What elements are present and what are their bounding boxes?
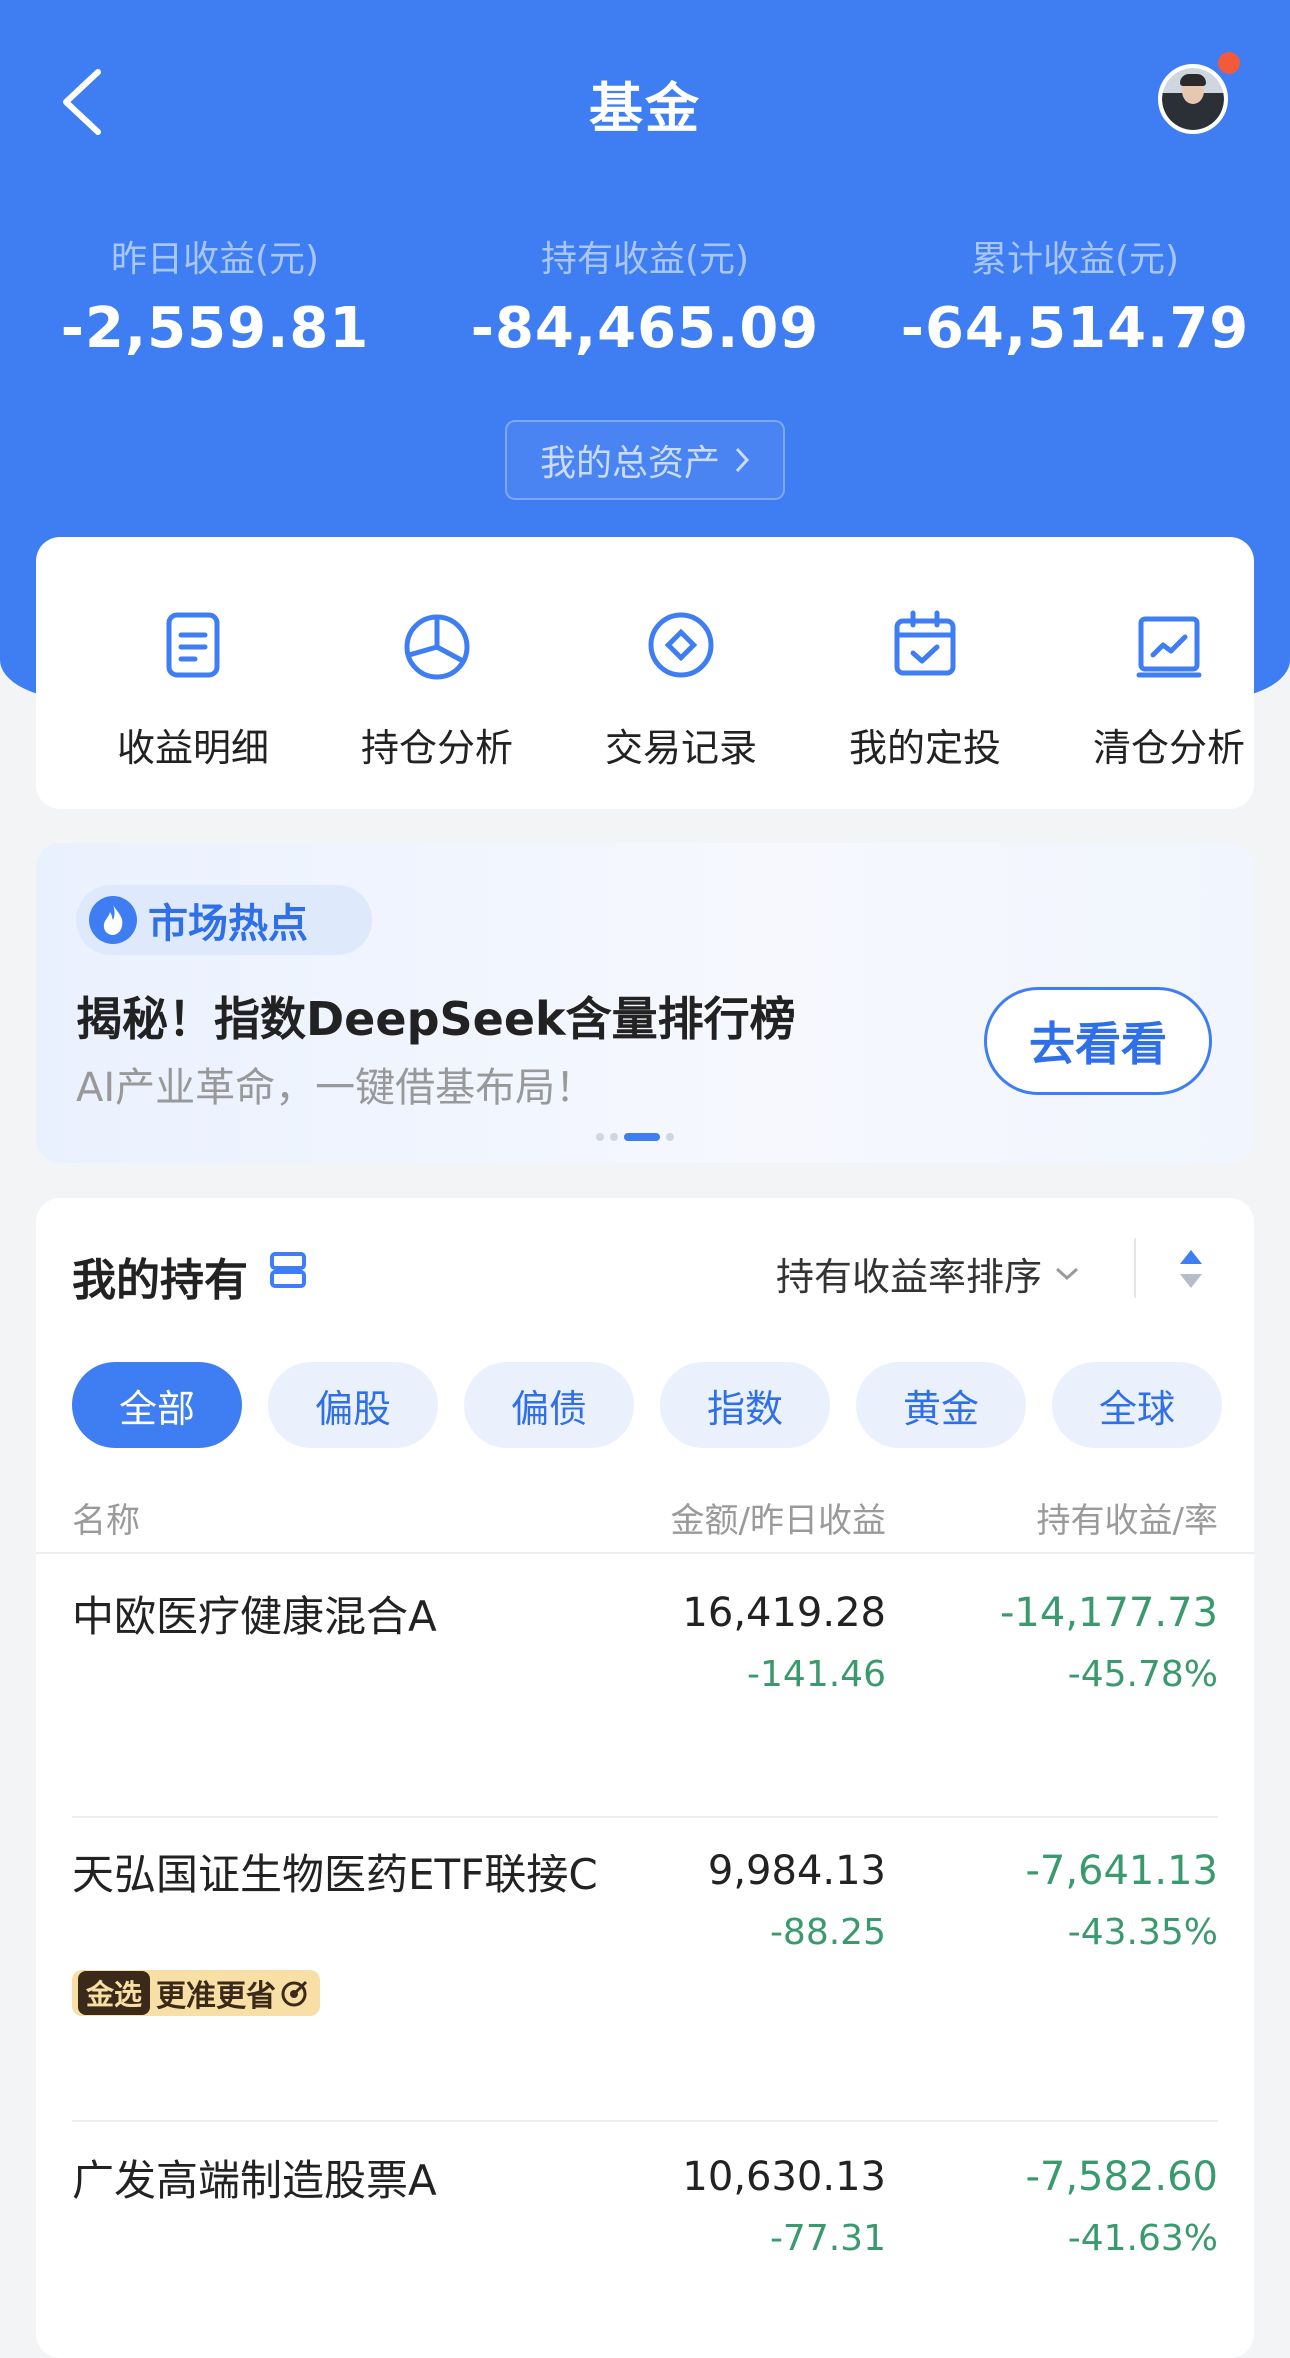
carousel-dot [666,1133,674,1141]
gold-select-badge: 金选 更准更省 [72,1970,321,2016]
column-header-amount: 金额/昨日收益 [670,1501,886,1541]
target-icon [281,1980,308,2007]
record-coin-icon [648,612,714,678]
calendar-check-icon [894,610,956,676]
go-see-button[interactable]: 去看看 [984,987,1212,1095]
fund-name: 天弘国证生物医药ETF联接C [72,1850,598,1899]
fund-yesterday-earnings: -141.46 [747,1654,886,1695]
category-tabs: 全部 偏股 偏债 指数 黄金 全球 [72,1362,1222,1448]
fund-holding-rate: -45.78% [1067,1654,1218,1695]
column-header-holding: 持有收益/率 [1036,1501,1218,1541]
pie-chart-icon [404,614,470,680]
quick-action-label: 清仓分析 [1092,726,1245,770]
page-title: 基金 [589,77,701,140]
carousel-dot [610,1133,618,1141]
tab-gold[interactable]: 黄金 [856,1362,1026,1448]
gold-select-tag: 金选 [78,1971,151,2015]
holdings-card: 我的持有 持有收益率排序 全部 偏股 偏债 指数 黄金 全球 名称 金额/昨日收… [36,1198,1254,2358]
fund-yesterday-earnings: -88.25 [769,1912,886,1953]
quick-action-position-analysis[interactable]: 持仓分析 [337,605,537,772]
gold-select-text: 更准更省 [156,1979,277,2014]
carousel-indicator [596,1133,674,1141]
fund-yesterday-earnings: -77.31 [769,2218,886,2259]
fund-name: 广发高端制造股票A [72,2156,437,2205]
fund-amount: 9,984.13 [707,1848,886,1894]
chevron-down-icon [1056,1267,1079,1280]
fund-holding-earnings: -7,641.13 [1025,1848,1218,1894]
quick-action-label: 持仓分析 [360,726,513,770]
quick-action-trade-records[interactable]: 交易记录 [581,605,781,772]
tab-global[interactable]: 全球 [1052,1362,1222,1448]
tab-all[interactable]: 全部 [72,1362,242,1448]
fund-name: 中欧医疗健康混合A [72,1592,437,1641]
total-assets-button[interactable]: 我的总资产 [505,420,785,500]
quick-action-label: 我的定投 [848,726,1001,770]
quick-action-label: 交易记录 [604,726,757,770]
market-hot-tag: 市场热点 [76,885,372,955]
sort-label: 持有收益率排序 [776,1255,1043,1299]
tab-index[interactable]: 指数 [660,1362,830,1448]
holding-row[interactable]: 中欧医疗健康混合A 16,419.28 -141.46 -14,177.73 -… [36,1590,1254,1802]
row-divider [72,2120,1218,2122]
stat-holding-earnings: 持有收益(元) -84,465.09 [430,230,860,361]
fund-amount: 10,630.13 [682,2154,886,2200]
flame-icon [89,896,137,944]
avatar[interactable] [1158,64,1228,134]
chevron-right-icon [735,447,750,473]
holding-row[interactable]: 天弘国证生物医药ETF联接C 9,984.13 -88.25 -7,641.13… [36,1848,1254,2098]
stat-cumulative-earnings: 累计收益(元) -64,514.79 [860,230,1290,361]
market-hot-label: 市场热点 [148,901,308,947]
notification-dot [1218,52,1240,74]
holdings-title: 我的持有 [72,1255,248,1306]
promo-title: 揭秘！指数DeepSeek含量排行榜 [76,992,796,1046]
carousel-dot [596,1133,604,1141]
promo-subtitle: AI产业革命，一键借基布局！ [76,1065,596,1111]
stat-value: -84,465.09 [470,296,820,361]
quick-actions-card: 收益明细 持仓分析 交易记录 我的定投 清仓分析 [36,537,1254,809]
total-assets-label: 我的总资产 [539,443,720,484]
quick-action-earnings-detail[interactable]: 收益明细 [93,605,293,772]
document-icon [166,612,220,678]
fund-holding-rate: -41.63% [1067,2218,1218,2259]
trend-board-icon [1136,616,1202,678]
fund-holding-earnings: -7,582.60 [1025,2154,1218,2200]
stat-label: 持有收益(元) [540,239,750,280]
quick-action-my-sip[interactable]: 我的定投 [825,605,1025,772]
stat-label: 累计收益(元) [970,239,1180,280]
fund-amount: 16,419.28 [682,1590,886,1636]
row-divider [72,1816,1218,1818]
stat-yesterday-earnings: 昨日收益(元) -2,559.81 [0,230,430,361]
sort-dropdown[interactable]: 持有收益率排序 [776,1246,1080,1301]
header-divider [36,1552,1254,1554]
quick-action-label: 收益明细 [116,726,269,770]
holding-row[interactable]: 广发高端制造股票A 10,630.13 -77.31 -7,582.60 -41… [36,2154,1254,2354]
carousel-dot-active [624,1133,660,1141]
sort-order-icon[interactable] [1176,1246,1206,1292]
stat-value: -64,514.79 [900,296,1250,361]
fund-holding-rate: -43.35% [1067,1912,1218,1953]
fund-holding-earnings: -14,177.73 [999,1590,1218,1636]
sort-divider [1134,1238,1136,1298]
tab-equity[interactable]: 偏股 [268,1362,438,1448]
column-header-name: 名称 [72,1501,140,1541]
quick-action-clearance-analysis[interactable]: 清仓分析 [1069,605,1269,772]
tab-bond[interactable]: 偏债 [464,1362,634,1448]
stat-label: 昨日收益(元) [110,239,320,280]
stat-value: -2,559.81 [60,296,370,361]
market-hot-banner[interactable]: 市场热点 揭秘！指数DeepSeek含量排行榜 AI产业革命，一键借基布局！ 去… [36,843,1254,1163]
layout-toggle-icon[interactable] [268,1250,308,1290]
